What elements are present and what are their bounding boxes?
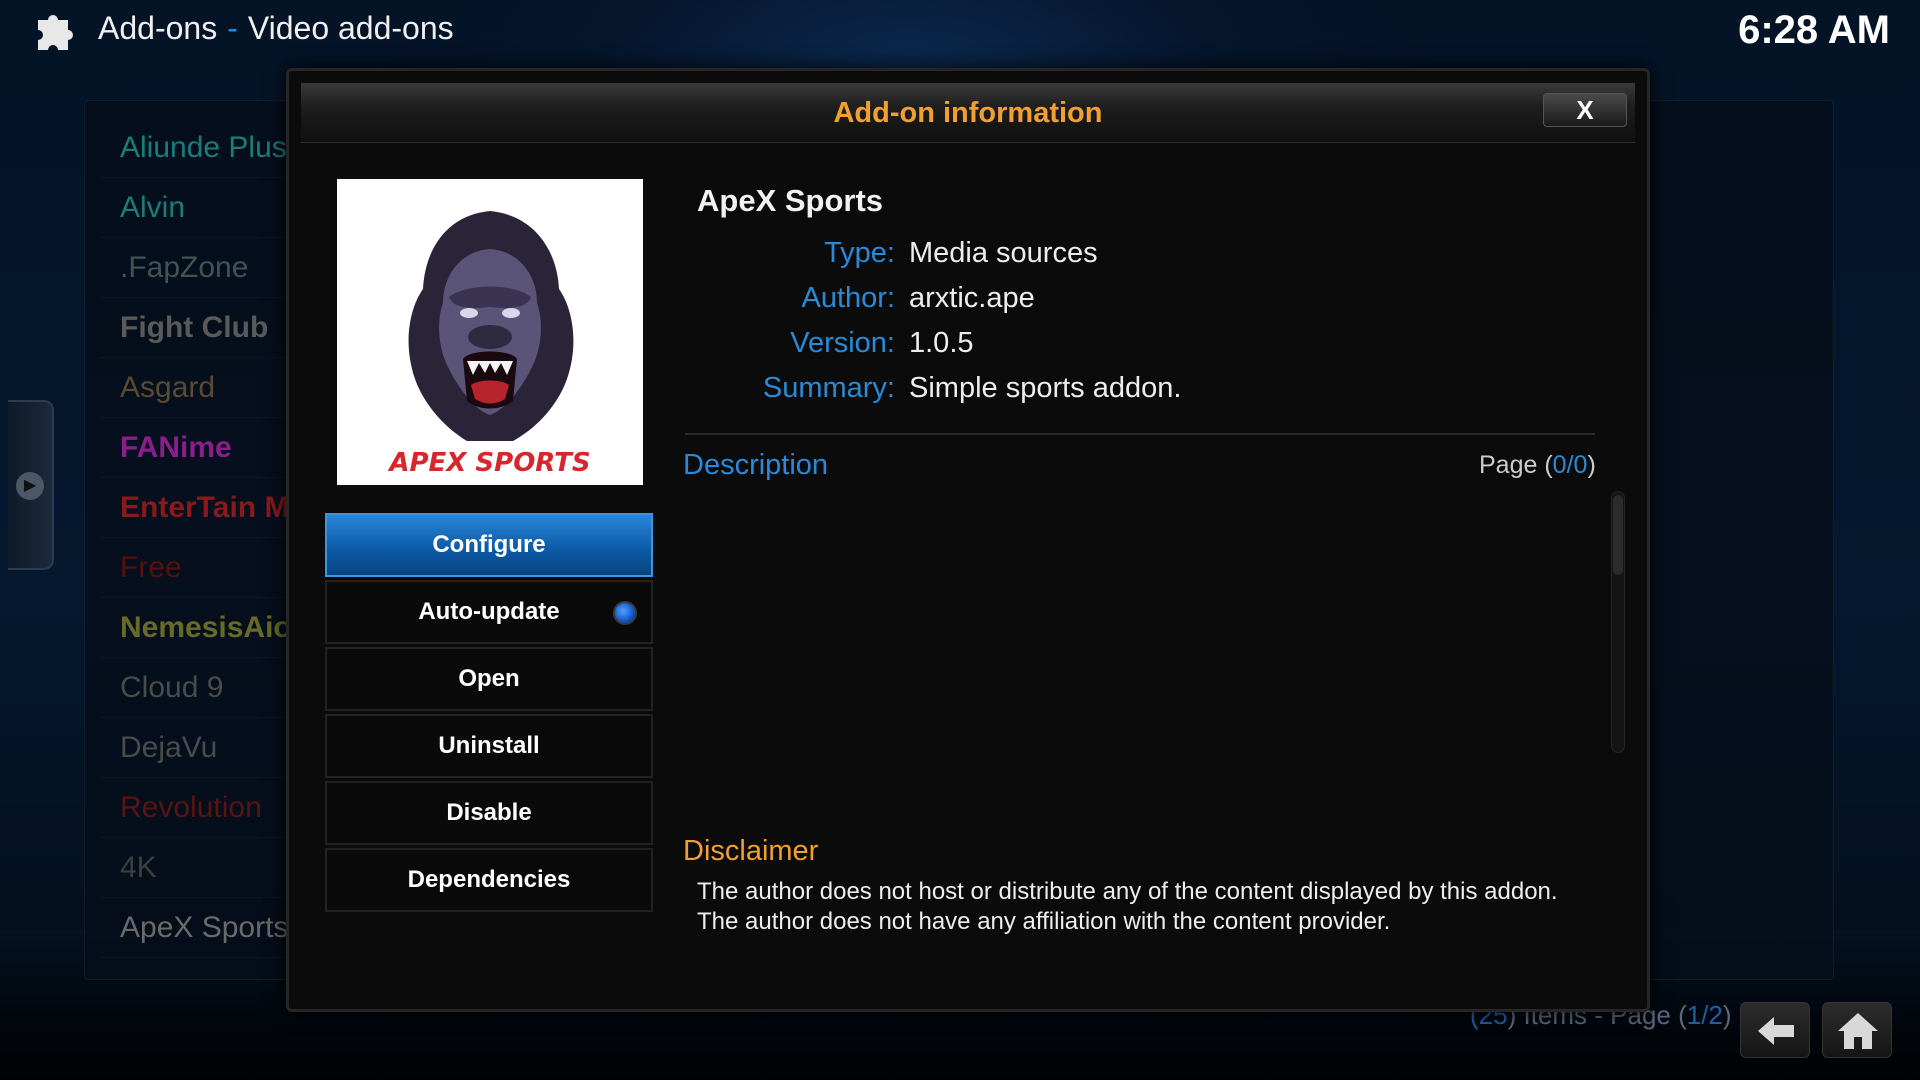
addon-info-dialog: Add-on information X APEX SPORTS Configu… [286, 68, 1650, 1012]
home-button[interactable] [1822, 1002, 1892, 1058]
description-page-indicator: Page (0/0) [1479, 451, 1596, 480]
addon-list-item[interactable]: Alvin [100, 178, 290, 238]
page-suffix: ) [1587, 451, 1596, 479]
addon-thumbnail: APEX SPORTS [337, 179, 643, 485]
auto-update-toggle[interactable]: Auto-update [325, 580, 653, 644]
description-scrollbar-thumb[interactable] [1613, 495, 1623, 575]
dialog-title: Add-on information [833, 97, 1103, 129]
property-key: Author: [801, 282, 896, 314]
dependencies-button[interactable]: Dependencies [325, 848, 653, 912]
page-prefix: Page ( [1479, 451, 1553, 479]
addon-list: Aliunde Plus Alvin .FapZone Fight Club Asgar… [100, 118, 290, 958]
back-button[interactable] [1740, 1002, 1810, 1058]
property-value: Media sources [909, 237, 1098, 269]
addon-list-item[interactable]: Asgard [100, 358, 290, 418]
property-type: Type: Media sources [689, 231, 1389, 276]
addon-list-item[interactable]: FANime [100, 418, 290, 478]
chevron-right-icon: ▶ [16, 472, 44, 500]
section-divider [685, 433, 1595, 435]
dependencies-label: Dependencies [407, 866, 571, 893]
header-separator: - [227, 10, 238, 46]
addon-list-item[interactable]: DejaVu [100, 718, 290, 778]
dialog-button-column: Configure Auto-update Open Uninstall Dis… [325, 513, 653, 915]
uninstall-label: Uninstall [438, 732, 540, 759]
items-page: 1/2 [1686, 1000, 1723, 1030]
items-close: ) [1722, 1000, 1732, 1030]
addon-list-item[interactable]: NemesisAio [100, 598, 290, 658]
addon-list-item[interactable]: Cloud 9 [100, 658, 290, 718]
addon-list-item[interactable]: EnterTain M [100, 478, 290, 538]
uninstall-button[interactable]: Uninstall [325, 714, 653, 778]
clock: 6:28 AM [1738, 8, 1890, 52]
addon-list-item[interactable]: Revolution [100, 778, 290, 838]
open-button[interactable]: Open [325, 647, 653, 711]
dialog-titlebar: Add-on information X [301, 83, 1635, 143]
property-key: Summary: [762, 372, 895, 404]
addon-list-item[interactable]: Free [100, 538, 290, 598]
disclaimer-text: The author does not host or distribute a… [697, 878, 1558, 935]
property-summary: Summary: Simple sports addon. [689, 366, 1389, 411]
disable-button[interactable]: Disable [325, 781, 653, 845]
thumbnail-text: APEX SPORTS [387, 448, 590, 478]
close-button[interactable]: X [1543, 93, 1627, 127]
description-heading: Description [683, 449, 829, 481]
header-subsection: Video add-ons [247, 10, 454, 46]
side-menu-tab[interactable]: ▶ [8, 400, 54, 570]
radio-on-icon [613, 601, 637, 625]
addon-list-item[interactable]: 4K [100, 838, 290, 898]
property-author: Author: arxtic.ape [689, 276, 1389, 321]
property-key: Version: [790, 327, 895, 359]
addon-list-item[interactable]: ApeX Sports [100, 898, 290, 958]
property-value: arxtic.ape [909, 282, 1035, 314]
property-value: 1.0.5 [909, 327, 974, 359]
disable-label: Disable [446, 799, 532, 826]
page-value: 0/0 [1552, 451, 1588, 479]
close-icon: X [1576, 95, 1594, 125]
configure-button[interactable]: Configure [325, 513, 653, 577]
gorilla-logo-icon: APEX SPORTS [387, 211, 591, 478]
home-icon [1838, 1013, 1878, 1049]
header-section: Add-ons [98, 10, 218, 46]
disclaimer-heading: Disclaimer [683, 835, 819, 867]
property-version: Version: 1.0.5 [689, 321, 1389, 366]
puzzle-piece-icon [38, 14, 73, 50]
property-value: Simple sports addon. [909, 372, 1182, 404]
back-arrow-icon [1758, 1017, 1794, 1045]
configure-label: Configure [432, 531, 546, 558]
auto-update-label: Auto-update [418, 598, 560, 625]
addon-name: ApeX Sports [697, 183, 884, 218]
property-key: Type: [824, 237, 895, 269]
addon-properties: Type: Media sources Author: arxtic.ape Ver… [689, 231, 1389, 411]
addon-list-item[interactable]: .FapZone [100, 238, 290, 298]
open-label: Open [458, 665, 520, 692]
addon-list-item[interactable]: Fight Club [100, 298, 290, 358]
addon-list-item[interactable]: Aliunde Plus [100, 118, 290, 178]
header-breadcrumb: Add-ons - Video add-ons [98, 10, 454, 47]
